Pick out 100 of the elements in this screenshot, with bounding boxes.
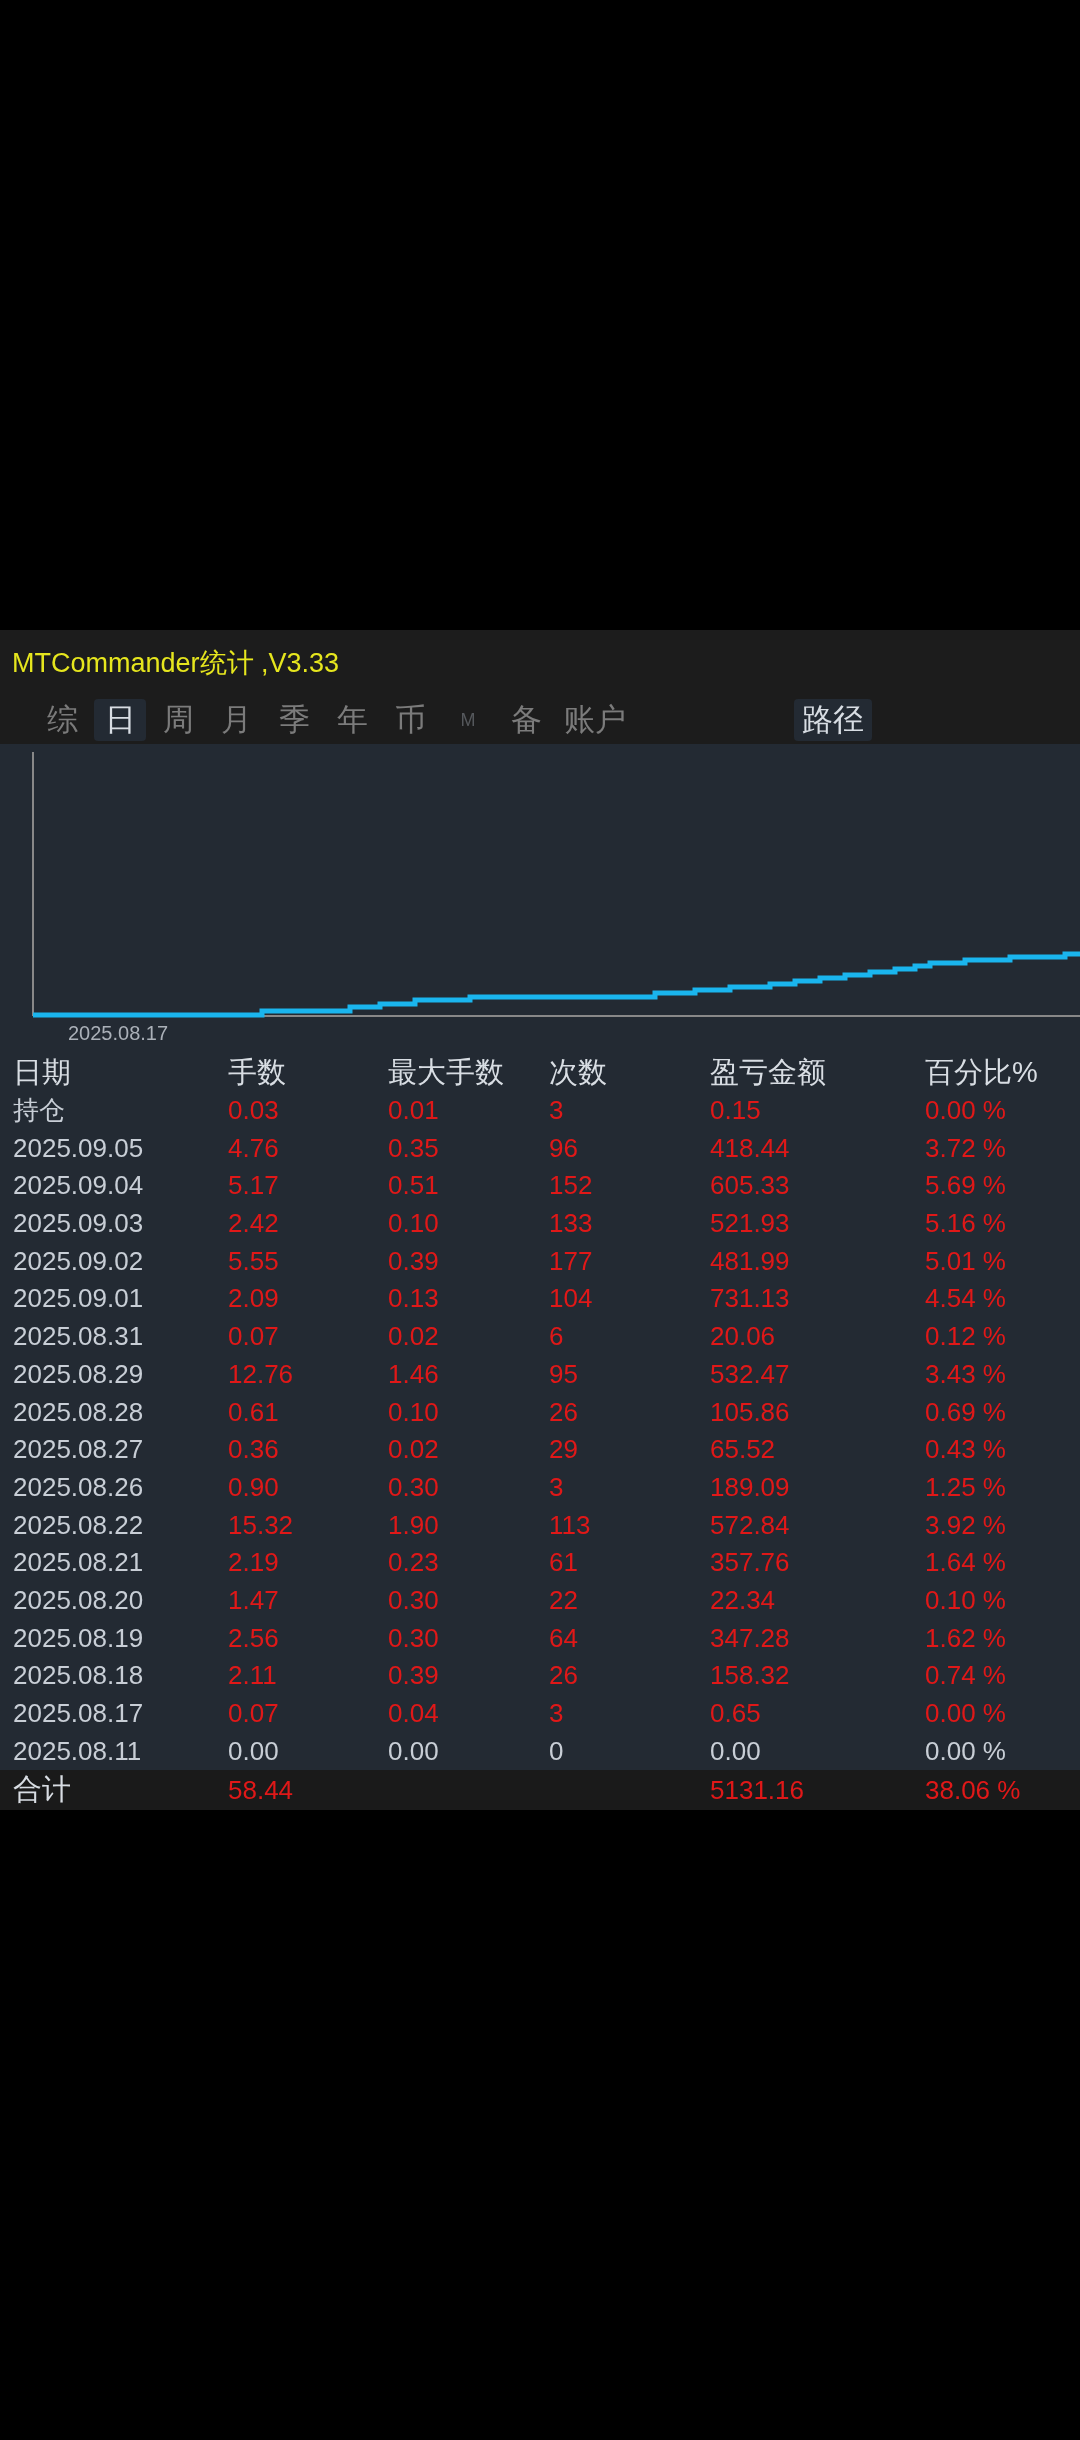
table-cell-text: 347.28 — [710, 1622, 791, 1654]
table-cell-text: 0.07 — [228, 1321, 280, 1353]
table-cell-text: 105.86 — [710, 1396, 791, 1428]
table-cell-text: 0.02 — [388, 1434, 440, 1466]
row-label: 2025.08.19 — [12, 1622, 145, 1654]
table-cell-text: 15.32 — [228, 1509, 295, 1541]
tab[interactable]: 周 — [152, 699, 204, 741]
row-label: 2025.08.11 — [12, 1735, 143, 1767]
table-cell-text: 0.13 — [388, 1283, 440, 1315]
row-label: 2025.08.28 — [12, 1396, 145, 1428]
table-cell-text: 22.34 — [710, 1584, 777, 1616]
table-cell-text: 0.35 — [388, 1132, 440, 1164]
tab[interactable]: 年 — [326, 699, 378, 741]
table-cell-text: 3 — [549, 1095, 565, 1127]
table-cell-text: 152 — [549, 1170, 594, 1202]
table-cell-text: 177 — [549, 1245, 594, 1277]
table-cell-text: 3 — [549, 1698, 565, 1730]
row-label: 2025.08.27 — [12, 1434, 145, 1466]
table-cell-text: 0.30 — [388, 1471, 440, 1503]
tab[interactable]: 季 — [268, 699, 320, 741]
table-cell-text: 532.47 — [710, 1358, 791, 1390]
table-cell-text: 189.09 — [710, 1471, 791, 1503]
table-cell-text: 5.17 — [228, 1170, 280, 1202]
column-header: 最大手数 — [388, 1054, 505, 1090]
table-cell-text: 0.51 — [388, 1170, 440, 1202]
table-cell-text: 0.00 — [388, 1735, 440, 1767]
table-cell-text: 29 — [549, 1434, 579, 1466]
table-cell-text: 0.00 — [710, 1735, 762, 1767]
table-cell-text: 20.06 — [710, 1321, 777, 1353]
table-cell-text: 4.76 — [228, 1132, 280, 1164]
table-cell-text: 2.09 — [228, 1283, 280, 1315]
column-header: 手数 — [228, 1054, 287, 1090]
table-cell-text: 481.99 — [710, 1245, 791, 1277]
column-header: 次数 — [549, 1054, 608, 1090]
table-cell-text: 12.76 — [228, 1358, 295, 1390]
table-cell-text: 1.64 % — [925, 1547, 1007, 1579]
table-cell-text: 3.92 % — [925, 1509, 1007, 1541]
table-cell-text: 58.44 — [228, 1774, 295, 1806]
row-label: 2025.08.26 — [12, 1471, 145, 1503]
table-cell-text: 731.13 — [710, 1283, 791, 1315]
row-label: 2025.08.17 — [12, 1698, 145, 1730]
table-cell-text: 26 — [549, 1660, 579, 1692]
table-cell-text: 61 — [549, 1547, 579, 1579]
row-label: 2025.09.02 — [12, 1245, 145, 1277]
table-cell-text: 38.06 % — [925, 1774, 1022, 1806]
table-cell-text: 96 — [549, 1132, 579, 1164]
table-cell-text: 0.10 — [388, 1396, 440, 1428]
table-cell-text: 1.62 % — [925, 1622, 1007, 1654]
tab[interactable]: 备 — [500, 699, 552, 741]
table-cell-text: 2.19 — [228, 1547, 280, 1579]
column-header: 百分比% — [925, 1054, 1039, 1090]
table-cell-text: 0.61 — [228, 1396, 280, 1428]
total-label: 合计 — [12, 1772, 72, 1808]
path-button[interactable]: 路径 — [794, 699, 872, 741]
axis-date-label: 2025.08.17 — [68, 1022, 169, 1044]
table-cell-text: 0.04 — [388, 1698, 440, 1730]
table-cell-text: 357.76 — [710, 1547, 791, 1579]
table-cell-text: 5.16 % — [925, 1208, 1007, 1240]
row-label: 2025.09.01 — [12, 1283, 145, 1315]
table-cell-text: 572.84 — [710, 1509, 791, 1541]
table-cell-text: 0.43 % — [925, 1434, 1007, 1466]
table-cell-text: 2.56 — [228, 1622, 280, 1654]
table-cell-text: 0.07 — [228, 1698, 280, 1730]
row-label: 2025.08.22 — [12, 1509, 145, 1541]
table-cell-text: 1.46 — [388, 1358, 440, 1390]
table-cell-text: 521.93 — [710, 1208, 791, 1240]
table-cell-text: 0.00 % — [925, 1095, 1007, 1127]
table-cell-text: 0.69 % — [925, 1396, 1007, 1428]
window-title: MTCommander统计 ,V3.33 — [12, 647, 340, 680]
table-cell-text: 0.12 % — [925, 1321, 1007, 1353]
table-cell-text: 0.90 — [228, 1471, 280, 1503]
table-cell-text: 0.65 — [710, 1698, 762, 1730]
table-cell-text: 605.33 — [710, 1170, 791, 1202]
table-cell-text: 418.44 — [710, 1132, 791, 1164]
table-cell-text: 0.10 % — [925, 1584, 1007, 1616]
column-header: 盈亏金额 — [710, 1054, 827, 1090]
table-cell-text: 5.55 — [228, 1245, 280, 1277]
table-cell-text: 6 — [549, 1321, 565, 1353]
table-cell-text: 0 — [549, 1735, 565, 1767]
table-cell-text: 104 — [549, 1283, 594, 1315]
tab[interactable]: 日 — [94, 699, 146, 741]
table-cell-text: 0.36 — [228, 1434, 280, 1466]
table-cell-text: 113 — [549, 1509, 592, 1541]
table-cell-text: 2.42 — [228, 1208, 280, 1240]
table-cell-text: 0.00 % — [925, 1698, 1007, 1730]
table-cell-text: 95 — [549, 1358, 579, 1390]
row-label: 持仓 — [12, 1094, 66, 1128]
tab[interactable]: 账户 — [558, 699, 632, 741]
table-cell-text: 0.39 — [388, 1660, 440, 1692]
tab[interactable]: 币 — [384, 699, 436, 741]
table-cell-text: 64 — [549, 1622, 579, 1654]
table-cell-text: 0.39 — [388, 1245, 440, 1277]
tab[interactable]: 月 — [210, 699, 262, 741]
table-cell-text: 0.10 — [388, 1208, 440, 1240]
table-cell-text: 0.00 — [228, 1735, 280, 1767]
table-cell-text: 0.74 % — [925, 1660, 1007, 1692]
table-cell-text: 3.43 % — [925, 1358, 1007, 1390]
table-cell-text: 2.11 — [228, 1660, 278, 1692]
row-label: 2025.09.03 — [12, 1208, 145, 1240]
tab[interactable]: 综 — [36, 699, 88, 741]
